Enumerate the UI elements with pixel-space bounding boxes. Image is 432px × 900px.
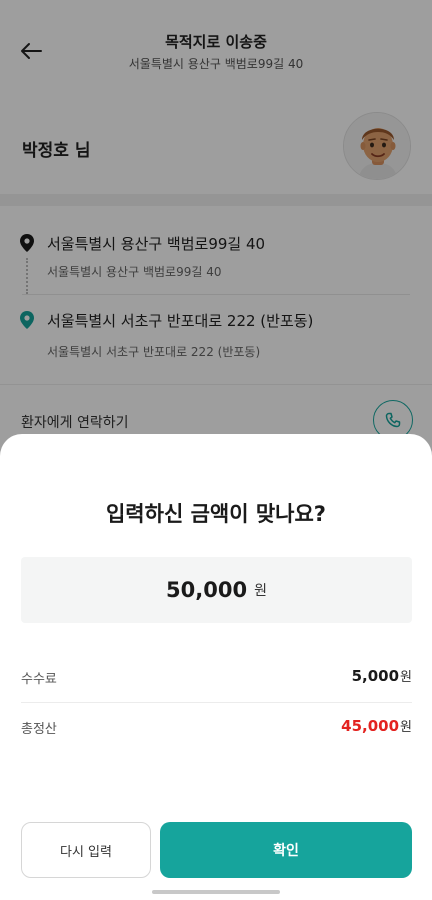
fee-amount: 5,000원 — [352, 666, 412, 685]
fee-label: 수수료 — [21, 672, 57, 687]
fee-row: 수수료 5,000원 — [21, 653, 412, 703]
fee-value: 5,000 — [351, 667, 400, 685]
total-amount: 45,000원 — [341, 716, 412, 735]
confirm-button[interactable]: 확인 — [160, 822, 412, 878]
amount-unit: 원 — [254, 583, 267, 599]
confirm-amount-sheet: 입력하신 금액이 맞나요? 50,000 원 수수료 5,000원 총정산 45… — [0, 434, 432, 900]
total-label: 총정산 — [21, 722, 57, 737]
retry-button[interactable]: 다시 입력 — [21, 822, 151, 878]
amount-value: 50,000 — [166, 578, 248, 602]
total-value: 45,000 — [341, 717, 400, 735]
total-unit: 원 — [400, 720, 412, 735]
total-row: 총정산 45,000원 — [21, 703, 412, 753]
fee-unit: 원 — [400, 670, 412, 685]
home-indicator — [152, 890, 280, 894]
amount-display: 50,000 원 — [21, 557, 412, 623]
sheet-title: 입력하신 금액이 맞나요? — [105, 502, 326, 526]
